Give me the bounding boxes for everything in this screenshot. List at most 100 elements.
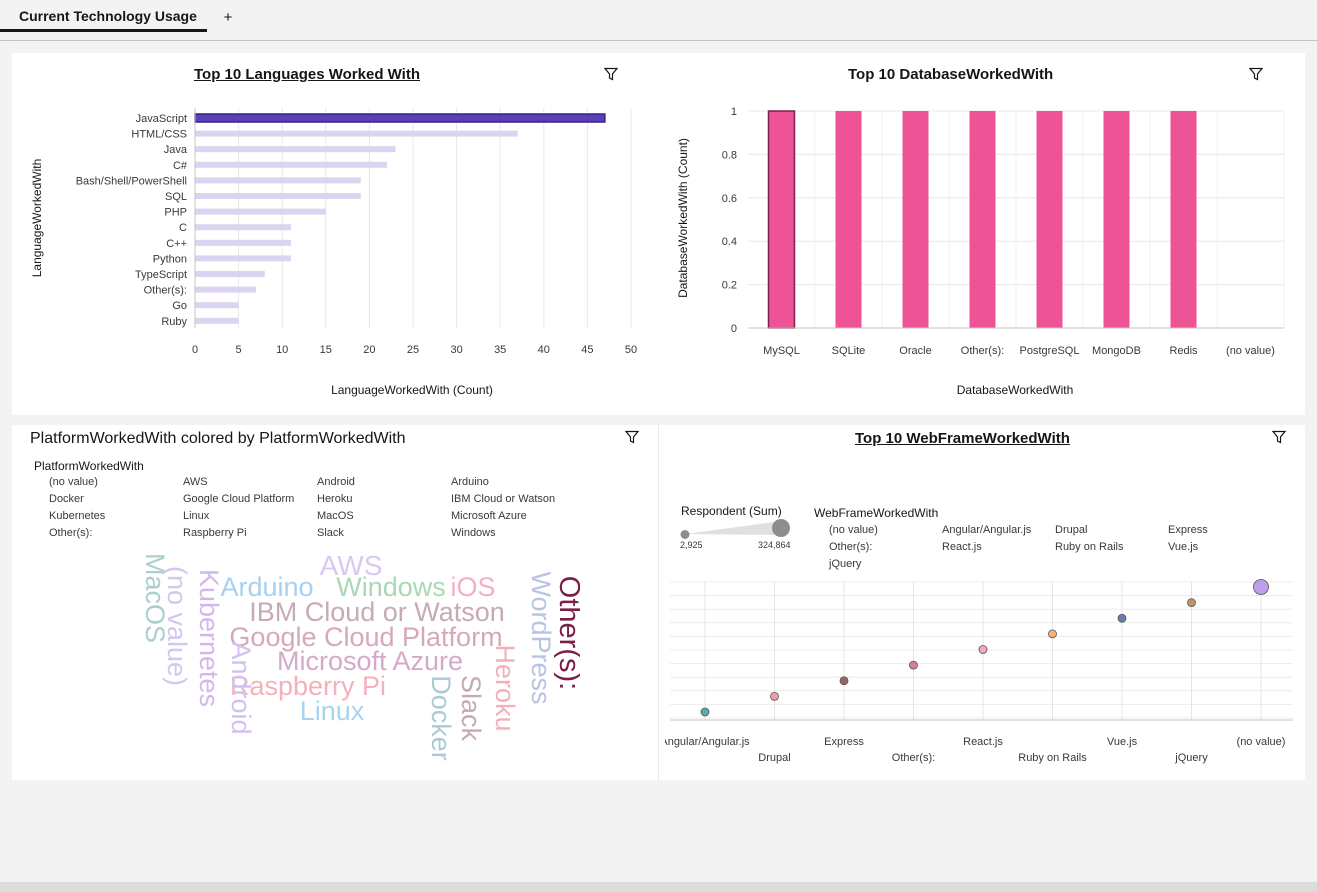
lang-y-tick: Python [153,253,187,265]
wf-point [700,707,710,717]
word-cloud-word: Docker [426,675,456,761]
platforms-legend-item[interactable]: Google Cloud Platform [183,493,294,505]
lang-y-tick: Other(s): [144,285,187,297]
wf-point [909,660,918,670]
lang-y-tick: C++ [166,238,187,250]
db-y-tick: 0.2 [722,280,737,292]
db-x-axis-label: DatabaseWorkedWith [957,383,1074,397]
platforms-legend-item[interactable]: (no value) [49,476,98,488]
lang-bar [195,239,291,246]
platforms-legend-item[interactable]: Docker [49,493,84,505]
wf-point [978,645,988,654]
platforms-legend-item[interactable]: Windows [451,527,496,539]
webframes-legend-item[interactable]: Other(s): [829,541,872,553]
databases-chart-title: Top 10 DatabaseWorkedWith [848,66,1054,83]
platforms-legend-item[interactable]: Microsoft Azure [451,510,527,522]
lang-bar [195,286,257,293]
size-legend-max: 324,864 [758,540,791,550]
db-x-tick: SQLite [832,345,866,357]
webframes-legend-item[interactable]: Vue.js [1168,541,1198,553]
platforms-word-cloud: AWSArduino Windows iOSIBM Cloud or WatsonG… [140,550,580,761]
languages-chart-title[interactable]: Top 10 Languages Worked With [194,66,420,83]
lang-x-tick: 30 [450,344,462,356]
platforms-legend-item[interactable]: Linux [183,510,209,522]
webframes-legend-item[interactable]: Express [1168,524,1208,536]
webframes-legend-item[interactable]: (no value) [829,524,878,536]
word-cloud-word: Android [226,641,256,734]
db-x-tick: Other(s): [961,345,1004,357]
db-y-tick: 0.8 [722,149,737,161]
lang-bar [195,161,387,168]
lang-x-tick: 10 [276,344,288,356]
platforms-legend-item[interactable]: Heroku [317,493,352,505]
word-cloud-word: Slack [456,675,486,742]
wf-point [1117,613,1127,623]
lang-x-tick: 5 [236,344,242,356]
db-y-axis-label: DatabaseWorkedWith (Count) [676,138,690,298]
wf-x-tick: Other(s): [892,752,935,764]
wf-x-tick: Angular/Angular.js [665,736,750,748]
wf-point [839,676,849,686]
platforms-legend-item[interactable]: AWS [183,476,208,488]
lang-bar [195,224,291,231]
webframes-legend-item[interactable]: Ruby on Rails [1055,541,1123,553]
tab-current-technology-usage[interactable]: Current Technology Usage [0,0,207,32]
lang-y-axis-label: LanguageWorkedWith [30,159,44,278]
platforms-legend-item[interactable]: Arduino [451,476,489,488]
wf-x-tick: jQuery [1174,752,1208,764]
databases-bar-chart: 0 0.2 0.4 0.6 0.8 1 MySQL SQLite Oracle Other(s):… [676,106,1285,397]
db-x-tick: Redis [1169,345,1198,357]
db-x-tick: (no value) [1226,345,1275,357]
databases-filter-icon[interactable] [1249,67,1263,81]
db-bar [969,111,996,328]
db-x-tick: MySQL [763,345,800,357]
lang-x-tick: 35 [494,344,506,356]
lang-x-tick: 45 [581,344,593,356]
size-legend-min: 2,925 [680,540,703,550]
lang-y-tick: Java [164,144,188,156]
platforms-legend-item[interactable]: Kubernetes [49,510,105,522]
lang-y-tick: HTML/CSS [131,129,187,141]
word-cloud-word: Linux [300,696,365,726]
platforms-legend-item[interactable]: Raspberry Pi [183,527,247,539]
wf-x-tick: Express [824,736,864,748]
lang-y-tick: SQL [165,191,187,203]
wf-x-tick: (no value) [1237,736,1286,748]
add-tab-button[interactable]: + [220,8,236,28]
horizontal-scrollbar[interactable] [0,882,1317,892]
lang-bar [195,130,518,137]
wf-x-tick: Drupal [758,752,790,764]
wf-x-tick: React.js [963,736,1003,748]
lang-x-tick: 25 [407,344,419,356]
languages-filter-icon[interactable] [604,67,618,81]
webframes-legend-item[interactable]: jQuery [829,558,861,570]
platforms-legend-item[interactable]: Other(s): [49,527,92,539]
db-y-tick: 0.6 [722,193,737,205]
webframes-legend-item[interactable]: Drupal [1055,524,1087,536]
platforms-legend-item[interactable]: IBM Cloud or Watson [451,493,555,505]
lang-y-tick: C [179,222,187,234]
size-legend-scale [680,519,790,539]
lang-x-tick: 50 [625,344,637,356]
webframes-legend-item[interactable]: React.js [942,541,982,553]
platforms-legend-item[interactable]: Slack [317,527,344,539]
webframes-chart-title[interactable]: Top 10 WebFrameWorkedWith [855,430,1070,447]
lang-x-tick: 15 [320,344,332,356]
wf-x-tick: Vue.js [1107,736,1138,748]
word-cloud-word: Heroku [490,644,520,731]
wf-point [1048,629,1057,639]
platforms-legend-item[interactable]: Android [317,476,355,488]
lang-bar [195,177,361,184]
db-x-tick: Oracle [899,345,931,357]
platforms-legend-title: PlatformWorkedWith [34,459,144,473]
lang-x-tick: 20 [363,344,375,356]
webframes-filter-icon[interactable] [1272,430,1286,444]
db-x-tick: MongoDB [1092,345,1141,357]
lang-bar [194,113,606,123]
webframes-legend-item[interactable]: Angular/Angular.js [942,524,1031,536]
word-cloud-word: (no value) [162,566,192,686]
db-bar [1036,111,1063,328]
lang-bar [195,271,265,277]
platforms-legend-item[interactable]: MacOS [317,510,354,522]
platforms-filter-icon[interactable] [625,430,639,444]
